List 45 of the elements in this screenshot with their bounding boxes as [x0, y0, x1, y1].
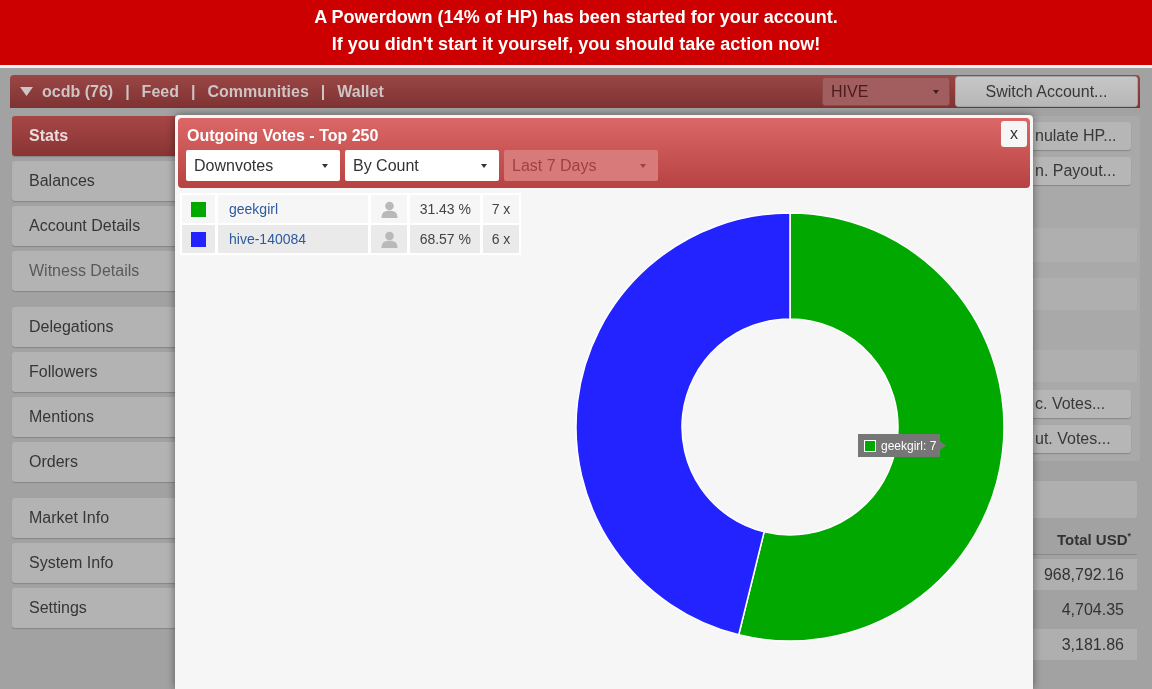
caret-icon: [481, 163, 487, 168]
dialog-title: Outgoing Votes - Top 250: [186, 126, 379, 146]
table-cell: 31.43 %: [410, 195, 480, 223]
sidebar-item[interactable]: Stats: [12, 116, 175, 156]
caret-icon: [933, 89, 939, 94]
nav-separator: |: [320, 82, 326, 101]
sidebar-item[interactable]: Followers: [12, 352, 175, 392]
user-silhouette-icon: [380, 230, 398, 248]
user-link[interactable]: hive-140084: [229, 231, 307, 247]
account-menu[interactable]: ocdb (76): [20, 82, 114, 101]
sidebar-item[interactable]: System Info: [12, 543, 175, 583]
filter-select[interactable]: Downvotes: [186, 150, 340, 181]
close-button[interactable]: x: [1001, 121, 1027, 147]
sidebar-item[interactable]: Account Details: [12, 206, 175, 246]
nav-link[interactable]: Feed: [141, 82, 179, 101]
sidebar-item[interactable]: Balances: [12, 161, 175, 201]
alert-text: If you didn't start it yourself, you should take action now!: [331, 33, 821, 56]
caret-icon: [20, 87, 33, 96]
nav-link[interactable]: Wallet: [337, 82, 384, 101]
alert-text: A Powerdown (14% of HP) has been started for your account.: [314, 6, 838, 29]
sidebar-item[interactable]: Mentions: [12, 397, 175, 437]
nav-separator: |: [190, 82, 196, 101]
sidebar-item[interactable]: Market Info: [12, 498, 175, 538]
action-button[interactable]: ut. Votes...: [1033, 425, 1131, 453]
nav-link[interactable]: Communities: [207, 82, 309, 101]
user-silhouette-icon: [380, 200, 398, 218]
action-button[interactable]: n. Payout...: [1033, 157, 1131, 185]
caret-icon: [640, 163, 646, 168]
table-cell-text: 4,704.35: [1060, 599, 1125, 620]
table-cell: 7 x: [483, 195, 519, 223]
filter-select[interactable]: By Count: [345, 150, 499, 181]
table-cell: 968,792.16: [1033, 559, 1137, 590]
sidebar-item[interactable]: Settings: [12, 588, 175, 628]
user-link[interactable]: geekgirl: [229, 201, 279, 217]
action-button[interactable]: c. Votes...: [1033, 390, 1131, 418]
switch-account-button[interactable]: Switch Account...: [955, 76, 1138, 107]
tooltip-text: geekgirl: 7: [881, 438, 937, 453]
nav-separator: |: [125, 82, 130, 101]
table-cell: 6 x: [483, 225, 519, 253]
table-cell: 68.57 %: [410, 225, 480, 253]
table-cell: 3,181.86: [1033, 629, 1137, 660]
sidebar-item[interactable]: Orders: [12, 442, 175, 482]
caret-icon: [322, 163, 328, 168]
sidebar-item[interactable]: Delegations: [12, 307, 175, 347]
action-button[interactable]: nulate HP...: [1033, 122, 1131, 150]
